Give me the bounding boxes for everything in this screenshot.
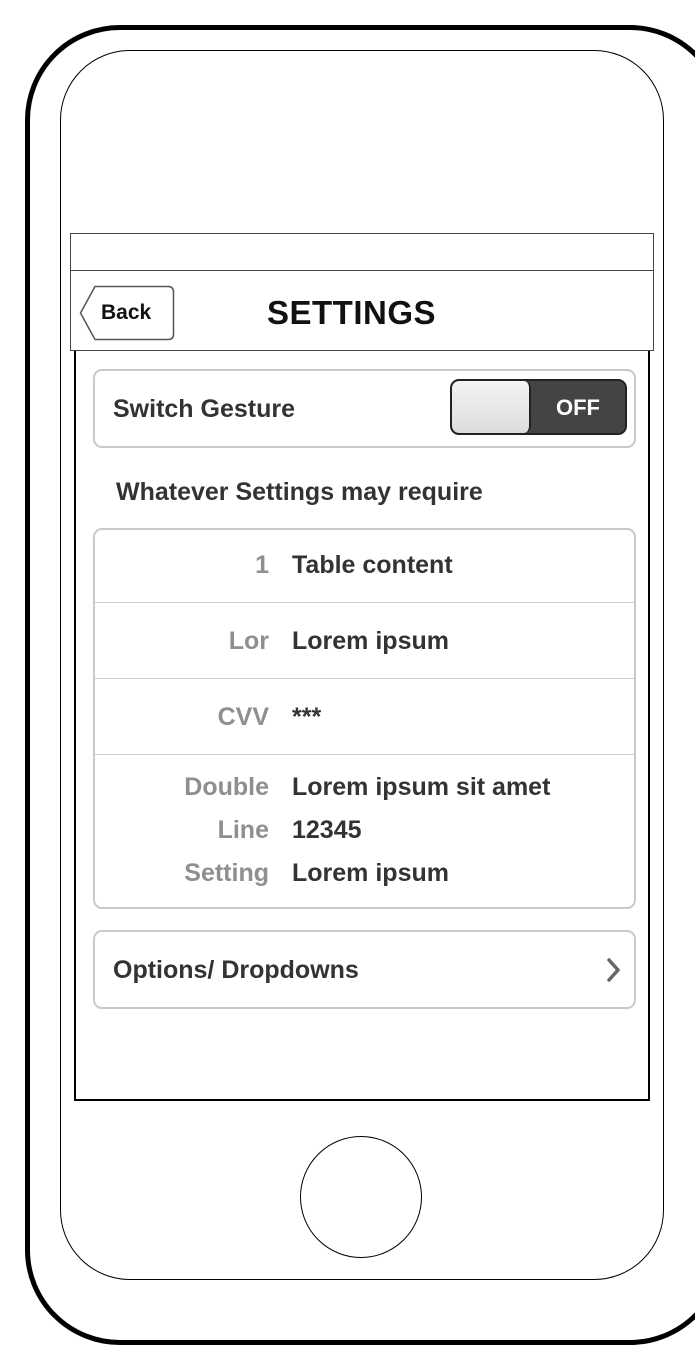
options-dropdowns-row[interactable]: Options/ Dropdowns bbox=[93, 930, 636, 1009]
page-title: SETTINGS bbox=[267, 294, 437, 331]
section-header: Whatever Settings may require bbox=[116, 478, 483, 506]
table-row[interactable]: 1 Table content bbox=[95, 530, 634, 603]
table-row-key: Double bbox=[184, 773, 269, 801]
table-row-value: Lorem ipsum sit amet bbox=[292, 773, 551, 801]
switch-gesture-row: Switch Gesture OFF bbox=[93, 369, 636, 448]
switch-gesture-label: Switch Gesture bbox=[113, 395, 295, 423]
settings-table: 1 Table content Lor Lorem ipsum CVV *** … bbox=[93, 528, 636, 909]
back-button-label: Back bbox=[101, 301, 152, 324]
table-row-value: Table content bbox=[292, 551, 453, 579]
home-button[interactable] bbox=[300, 1136, 422, 1258]
toggle-knob[interactable] bbox=[452, 381, 531, 433]
table-row-value: Lorem ipsum bbox=[292, 627, 449, 655]
table-row-key: Setting bbox=[184, 859, 269, 887]
chevron-right-icon bbox=[607, 958, 620, 982]
switch-gesture-toggle[interactable]: OFF bbox=[450, 379, 627, 435]
back-button[interactable]: Back bbox=[79, 285, 175, 341]
table-row-value: *** bbox=[292, 703, 322, 731]
navigation-bar: Back SETTINGS bbox=[70, 270, 654, 351]
table-row[interactable]: Lor Lorem ipsum bbox=[95, 603, 634, 679]
toggle-state-label: OFF bbox=[556, 395, 600, 420]
table-row-value: 12345 bbox=[292, 816, 362, 844]
table-row-multiline[interactable]: Double Lorem ipsum sit amet Line 12345 S… bbox=[95, 755, 634, 907]
table-row-value: Lorem ipsum bbox=[292, 859, 449, 887]
table-row-key: 1 bbox=[255, 551, 269, 579]
options-dropdowns-label: Options/ Dropdowns bbox=[113, 956, 359, 984]
status-bar bbox=[70, 233, 654, 271]
table-row-key: Lor bbox=[228, 627, 269, 655]
table-row-key: Line bbox=[217, 816, 269, 844]
table-row-key: CVV bbox=[217, 703, 269, 731]
table-row[interactable]: CVV *** bbox=[95, 679, 634, 755]
